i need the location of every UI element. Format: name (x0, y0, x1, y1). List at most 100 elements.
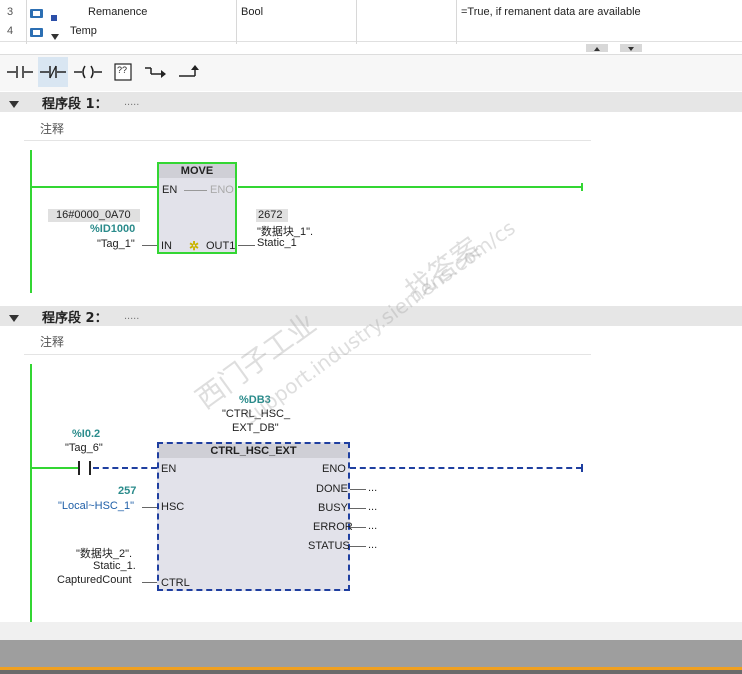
table-row[interactable]: 4 Temp (0, 22, 742, 42)
rung-end-marker (581, 183, 583, 191)
coil-icon (74, 65, 102, 79)
error-stub (350, 527, 366, 528)
hsc-eno-pin[interactable]: ENO (322, 463, 346, 475)
instance-db-address[interactable]: %DB3 (239, 394, 271, 406)
move-in-address[interactable]: %ID1000 (90, 223, 135, 235)
hsc-status-pin[interactable]: STATUS (308, 540, 350, 552)
column-divider (236, 0, 237, 44)
power-rail (30, 150, 32, 293)
power-rail (30, 364, 32, 622)
hsc-value[interactable]: 257 (118, 485, 136, 497)
network-2-title-placeholder[interactable]: ..... (124, 310, 139, 322)
asterisk-icon: ✲ (189, 239, 200, 253)
close-branch-button[interactable] (175, 57, 205, 87)
hsc-ctrl-pin[interactable]: CTRL (161, 577, 190, 589)
nc-contact-icon (40, 65, 66, 79)
watermark-text: 找答案 (399, 231, 487, 308)
param-name[interactable]: Temp (70, 22, 97, 41)
ctrl-tag-line1[interactable]: "数据块_2". (76, 545, 132, 561)
status-stub (350, 546, 366, 547)
move-out-tag-line2[interactable]: Static_1 (257, 237, 297, 249)
collapse-triangle-icon[interactable] (9, 99, 19, 111)
move-eno-pin[interactable]: ENO (210, 184, 234, 196)
move-out-value: 2672 (258, 209, 283, 221)
column-divider (26, 0, 27, 44)
rung-wire (238, 186, 582, 188)
row-number: 4 (7, 25, 14, 37)
empty-box-button[interactable]: ?? (108, 57, 138, 87)
network-1-title[interactable]: 程序段 1： (42, 93, 108, 112)
no-contact-button[interactable] (5, 57, 35, 87)
open-branch-button[interactable] (141, 57, 171, 87)
network-1-title-placeholder[interactable]: ..... (124, 96, 139, 108)
status-value[interactable]: ... (368, 539, 377, 551)
ctrl-tag-line3[interactable]: CapturedCount (57, 574, 132, 586)
nc-contact-button[interactable] (38, 57, 68, 87)
ctrl-hsc-ext-header: CTRL_HSC_EXT (159, 444, 348, 458)
instance-db-name-line1[interactable]: "CTRL_HSC_ (222, 408, 290, 420)
en-eno-line (184, 190, 207, 191)
network-2-header[interactable] (0, 306, 742, 326)
done-stub (350, 489, 366, 490)
hsc-stub (142, 507, 157, 508)
no-contact-icon[interactable] (77, 460, 93, 479)
rung-wire (31, 186, 158, 188)
network-1-header[interactable] (0, 92, 742, 112)
done-value[interactable]: ... (368, 482, 377, 494)
interface-table: 3 Remanence Bool =True, if remanent data… (0, 0, 742, 52)
error-value[interactable]: ... (368, 520, 377, 532)
busy-stub (350, 508, 366, 509)
network-2-comment[interactable]: 注释 (40, 333, 64, 350)
move-in-value: 16#0000_0A70 (56, 209, 131, 221)
move-en-pin[interactable]: EN (162, 184, 177, 196)
collapse-triangle-icon[interactable] (9, 313, 19, 325)
out-stub (238, 245, 255, 246)
contact-address[interactable]: %I0.2 (72, 428, 100, 440)
rung-wire (31, 467, 78, 469)
move-in-pin[interactable]: IN (161, 240, 172, 252)
hsc-en-pin[interactable]: EN (161, 463, 176, 475)
expand-triangle-icon[interactable] (51, 28, 59, 47)
move-block-header: MOVE (159, 164, 235, 178)
ctrl-stub (142, 582, 157, 583)
move-block-name: MOVE (180, 165, 214, 177)
instance-db-name-line2[interactable]: EXT_DB" (232, 422, 279, 434)
network-1-comment[interactable]: 注释 (40, 120, 64, 137)
editor-bottom-strip (0, 622, 742, 640)
empty-box-icon: ?? (113, 63, 133, 81)
empty-box-label: ?? (117, 65, 128, 75)
busy-value[interactable]: ... (368, 501, 377, 513)
rung-wire-dashed (350, 467, 582, 469)
coil-button[interactable] (73, 57, 103, 87)
scroll-down-icon[interactable] (620, 44, 642, 52)
network-2-comment-box[interactable] (24, 327, 591, 355)
param-type[interactable]: Bool (241, 3, 263, 22)
network-2-title[interactable]: 程序段 2： (42, 307, 108, 326)
param-name[interactable]: Remanence (88, 3, 147, 22)
scroll-up-icon[interactable] (586, 44, 608, 52)
status-bar (0, 640, 742, 668)
no-contact-icon (7, 65, 33, 79)
row-number: 3 (7, 6, 14, 18)
hsc-done-pin[interactable]: DONE (316, 483, 348, 495)
status-bar-bottom (0, 670, 742, 674)
ctrl-hsc-ext-name: CTRL_HSC_EXT (210, 445, 297, 457)
move-out1-pin[interactable]: OUT1 (206, 240, 235, 252)
move-in-tag[interactable]: "Tag_1" (97, 238, 135, 250)
rung-end-marker (581, 464, 583, 472)
in-stub (142, 245, 157, 246)
hsc-tag[interactable]: "Local~HSC_1" (58, 500, 134, 512)
ctrl-tag-line2[interactable]: Static_1. (93, 560, 136, 572)
close-branch-icon (179, 64, 201, 80)
hsc-error-pin[interactable]: ERROR (313, 521, 353, 533)
hsc-hsc-pin[interactable]: HSC (161, 501, 184, 513)
param-icon (30, 26, 46, 45)
network-1-comment-box[interactable] (24, 113, 591, 141)
open-branch-icon (145, 64, 167, 80)
hsc-busy-pin[interactable]: BUSY (318, 502, 348, 514)
param-comment[interactable]: =True, if remanent data are available (461, 3, 641, 22)
contact-tag[interactable]: "Tag_6" (65, 442, 103, 454)
table-row[interactable]: 3 Remanence Bool =True, if remanent data… (0, 3, 742, 23)
column-divider (356, 0, 357, 44)
column-divider (456, 0, 457, 44)
